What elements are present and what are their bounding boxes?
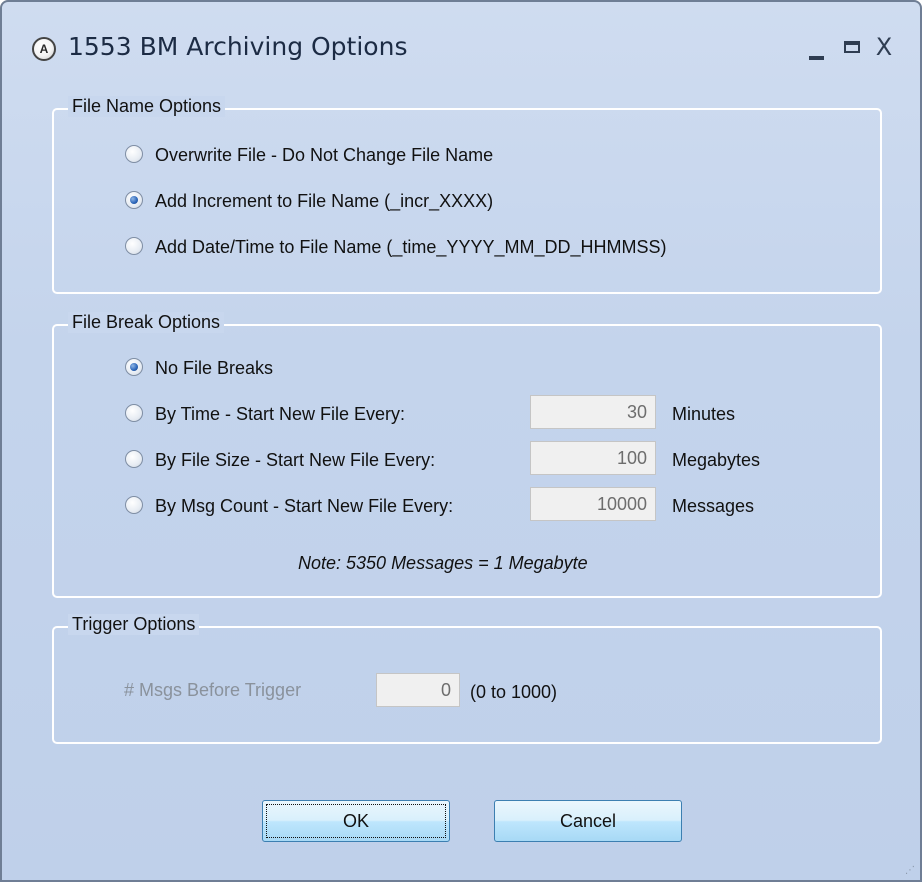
trigger-range-label: (0 to 1000) (470, 682, 558, 702)
radio-label: Overwrite File - Do Not Change File Name (155, 145, 494, 165)
msgs-before-trigger-input[interactable]: 0 (376, 673, 460, 707)
radio-button-checked-icon[interactable] (125, 191, 143, 209)
group-title-trigger: Trigger Options (68, 614, 200, 635)
unit-megabytes: Megabytes (672, 450, 761, 470)
group-title-file-name: File Name Options (68, 96, 226, 117)
time-minutes-input[interactable]: 30 (530, 395, 656, 429)
radio-button-icon[interactable] (125, 145, 143, 163)
focus-rectangle (266, 804, 446, 838)
messages-per-megabyte-note: Note: 5350 Messages = 1 Megabyte (298, 553, 588, 573)
radio-button-checked-icon[interactable] (125, 358, 143, 376)
radio-button-icon[interactable] (125, 237, 143, 255)
minimize-icon (809, 56, 824, 60)
cancel-button[interactable]: Cancel (494, 800, 682, 842)
radio-button-icon[interactable] (125, 404, 143, 422)
resize-grip-icon[interactable]: ⋰ (905, 865, 915, 876)
radio-label: No File Breaks (155, 358, 274, 378)
radio-button-icon[interactable] (125, 450, 143, 468)
archiving-options-window: A 1553 BM Archiving Options X File Name … (0, 0, 922, 882)
file-size-input[interactable]: 100 (530, 441, 656, 475)
radio-label: Add Increment to File Name (_incr_XXXX) (155, 191, 494, 211)
cancel-button-label: Cancel (559, 811, 617, 831)
maximize-icon (844, 41, 860, 53)
unit-minutes: Minutes (672, 404, 736, 424)
ok-button[interactable]: OK (262, 800, 450, 842)
radio-button-icon[interactable] (125, 496, 143, 514)
group-title-file-break: File Break Options (68, 312, 225, 333)
radio-label: By Msg Count - Start New File Every: (155, 496, 454, 516)
radio-label: By File Size - Start New File Every: (155, 450, 436, 470)
title-bar[interactable]: A 1553 BM Archiving Options X (2, 2, 920, 82)
window-title: 1553 BM Archiving Options (68, 32, 408, 61)
msg-count-input[interactable]: 10000 (530, 487, 656, 521)
radio-label: Add Date/Time to File Name (_time_YYYY_M… (155, 237, 667, 257)
app-logo-icon: A (32, 37, 56, 61)
close-button[interactable]: X (864, 32, 904, 62)
minimize-button[interactable] (796, 32, 836, 62)
close-icon: X (875, 33, 893, 61)
msgs-before-trigger-label: # Msgs Before Trigger (124, 680, 302, 700)
unit-messages: Messages (672, 496, 755, 516)
radio-label: By Time - Start New File Every: (155, 404, 406, 424)
